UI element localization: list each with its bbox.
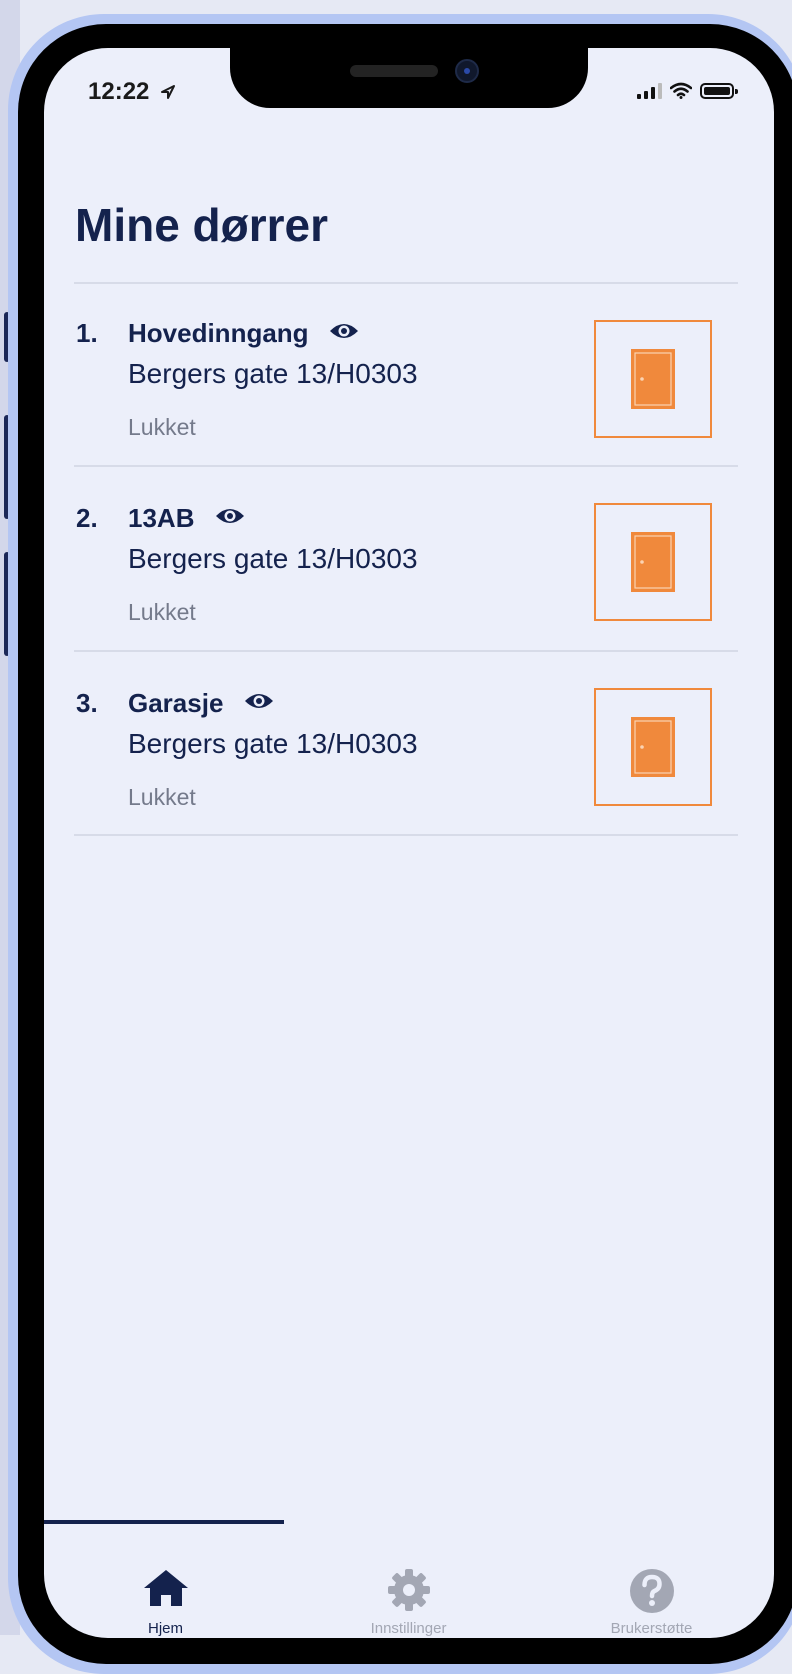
gear-icon <box>287 1568 530 1612</box>
page-title: Mine dørrer <box>75 199 329 251</box>
door-address: Bergers gate 13/H0303 <box>128 543 418 574</box>
status-icons <box>637 82 738 99</box>
door-address: Bergers gate 13/H0303 <box>128 358 418 389</box>
divider <box>74 650 738 652</box>
door-number: 3. <box>76 688 98 718</box>
phone-screen: 12:22 Mine dørrer 1. Hovedinngang Berger… <box>44 48 774 1638</box>
door-name-text: 13AB <box>128 503 195 533</box>
status-time: 12:22 <box>88 78 176 106</box>
help-icon <box>530 1568 773 1614</box>
tab-label: Brukerstøtte <box>610 1620 693 1637</box>
signal-icon <box>637 83 662 99</box>
door-name: Hovedinngang <box>128 318 360 349</box>
divider <box>74 834 738 836</box>
door-name-text: Garasje <box>128 688 224 718</box>
tab-label: Innstillinger <box>370 1620 447 1637</box>
door-name: Garasje <box>128 688 275 719</box>
tab-label: Hjem <box>147 1620 183 1637</box>
speaker <box>350 65 438 77</box>
tab-hjem[interactable]: Hjem <box>44 1528 287 1638</box>
door-status: Lukket <box>128 599 196 625</box>
tab-brukerstotte[interactable]: Brukerstøtte <box>530 1528 773 1638</box>
divider <box>74 282 738 284</box>
door-number: 1. <box>76 318 98 348</box>
location-arrow-icon <box>161 85 176 99</box>
front-camera <box>455 59 479 83</box>
door-name-text: Hovedinngang <box>128 318 309 348</box>
door-icon <box>631 717 675 777</box>
open-door-button[interactable] <box>594 688 712 806</box>
door-item: 2. 13AB Bergers gate 13/H0303 Lukket <box>74 503 738 653</box>
door-status: Lukket <box>128 414 196 440</box>
door-number: 2. <box>76 503 98 533</box>
tab-innstillinger[interactable]: Innstillinger <box>287 1528 530 1638</box>
eye-icon[interactable] <box>214 503 246 534</box>
open-door-button[interactable] <box>594 503 712 621</box>
battery-icon <box>700 83 738 99</box>
door-name: 13AB <box>128 503 246 534</box>
divider <box>74 465 738 467</box>
door-item: 1. Hovedinngang Bergers gate 13/H0303 Lu… <box>74 318 738 468</box>
door-address: Bergers gate 13/H0303 <box>128 728 418 759</box>
home-icon <box>44 1568 287 1608</box>
open-door-button[interactable] <box>594 320 712 438</box>
eye-icon[interactable] <box>328 318 360 349</box>
door-icon <box>631 532 675 592</box>
door-item: 3. Garasje Bergers gate 13/H0303 Lukket <box>74 688 738 838</box>
status-time-text: 12:22 <box>88 78 150 105</box>
door-icon <box>631 349 675 409</box>
active-tab-indicator <box>44 1520 284 1524</box>
eye-icon[interactable] <box>243 688 275 719</box>
door-status: Lukket <box>128 784 196 810</box>
wifi-icon <box>670 82 692 99</box>
notch <box>230 48 588 108</box>
